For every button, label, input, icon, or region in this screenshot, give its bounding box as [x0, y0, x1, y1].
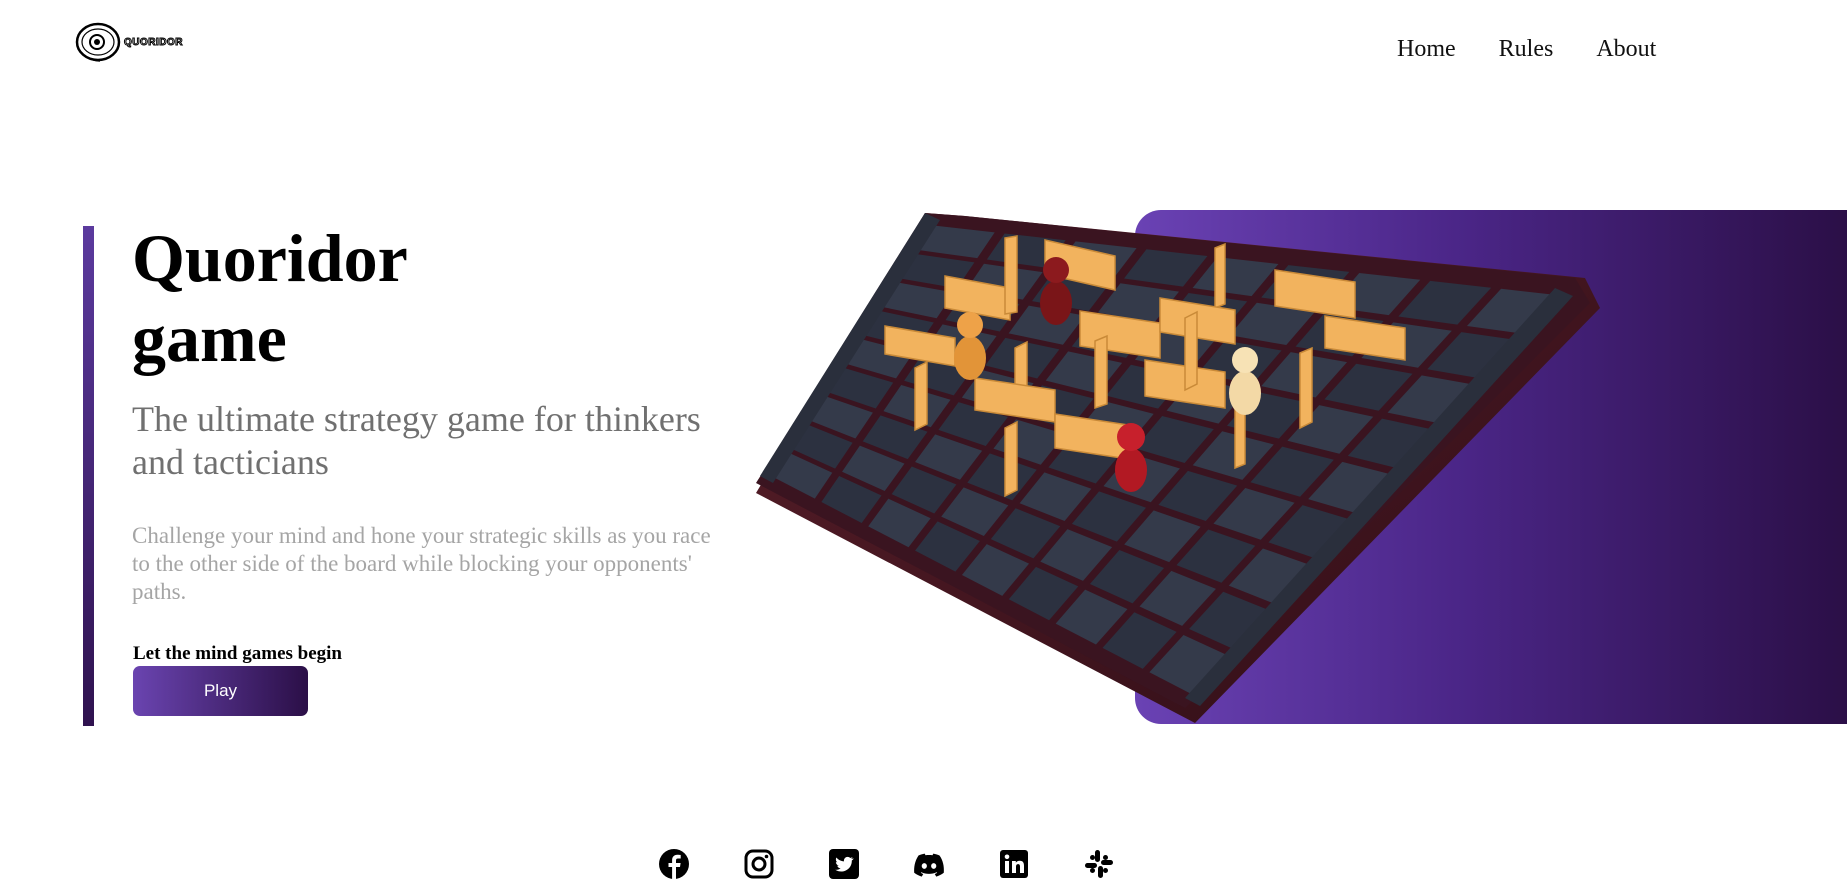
logo-text: QUORIDOR — [124, 36, 184, 48]
site-logo[interactable]: QUORIDOR — [74, 20, 183, 64]
quoridor-board-image — [756, 213, 1600, 723]
nav-home-link[interactable]: Home — [1397, 36, 1456, 63]
linkedin-icon[interactable] — [998, 848, 1030, 880]
page: QUORIDOR Home Rules About Quoridor game … — [0, 0, 1847, 887]
hero-accent-bar — [83, 226, 94, 726]
facebook-icon[interactable] — [658, 848, 690, 880]
social-links — [658, 848, 1115, 880]
hero-title-line2: game — [132, 300, 287, 376]
main-nav: Home Rules About — [1397, 36, 1656, 63]
play-button[interactable]: Play — [133, 666, 308, 716]
slack-icon[interactable] — [1083, 848, 1115, 880]
hero-title-line1: Quoridor — [132, 220, 408, 296]
instagram-icon[interactable] — [743, 848, 775, 880]
nav-about-link[interactable]: About — [1596, 36, 1656, 63]
nav-rules-link[interactable]: Rules — [1499, 36, 1554, 63]
hero-description: Challenge your mind and hone your strate… — [132, 523, 711, 604]
discord-icon[interactable] — [913, 848, 945, 880]
hero-subtitle: The ultimate strategy game for thinkers … — [132, 399, 701, 482]
logo-icon — [75, 22, 121, 62]
cta-label: Let the mind games begin — [133, 643, 342, 664]
hero-title: Quoridor game — [132, 218, 408, 378]
twitter-icon[interactable] — [828, 848, 860, 880]
